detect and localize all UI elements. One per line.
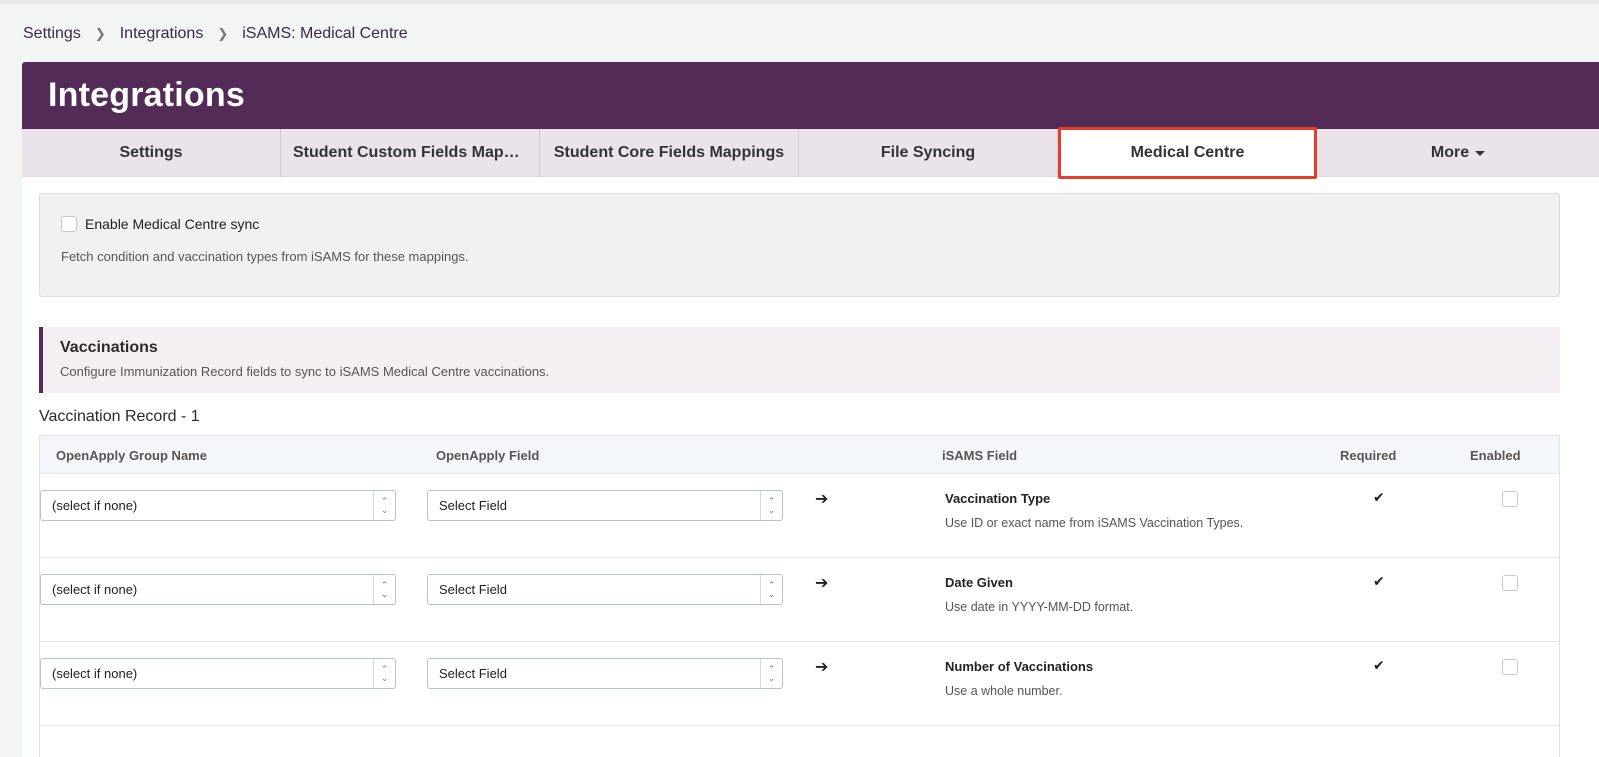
tab-student-custom-fields-mappings[interactable]: Student Custom Fields Mappi... bbox=[281, 129, 540, 177]
column-header-enabled: Enabled bbox=[1470, 448, 1521, 463]
arrow-right-icon: ➔ bbox=[815, 491, 829, 508]
isams-field-help: Use date in YYYY-MM-DD format. bbox=[945, 600, 1134, 614]
caret-down-icon bbox=[1475, 150, 1486, 156]
tab-label: Medical Centre bbox=[1130, 144, 1245, 161]
openapply-field-select[interactable]: Select Field ⌃ ⌄ bbox=[427, 490, 783, 521]
breadcrumb-current: iSAMS: Medical Centre bbox=[242, 25, 408, 42]
chevron-right-icon: ❯ bbox=[217, 26, 229, 41]
table-row: (select if none) ⌃ ⌄ Select Field ⌃ ⌄ ➔ Da… bbox=[40, 558, 1559, 642]
isams-field-name: Date Given bbox=[945, 575, 1013, 590]
up-down-chevron-icon: ⌃ ⌄ bbox=[373, 491, 395, 520]
tab-settings[interactable]: Settings bbox=[22, 129, 281, 177]
select-value: (select if none) bbox=[52, 582, 138, 597]
required-check-icon: ✔ bbox=[1373, 657, 1385, 673]
enabled-checkbox[interactable] bbox=[1502, 659, 1518, 675]
isams-field-name: Number of Vaccinations bbox=[945, 659, 1094, 674]
breadcrumb-integrations-link[interactable]: Integrations bbox=[120, 25, 204, 43]
openapply-field-select[interactable]: Select Field ⌃ ⌄ bbox=[427, 574, 783, 605]
enabled-checkbox[interactable] bbox=[1502, 491, 1518, 507]
chevron-right-icon: ❯ bbox=[94, 26, 106, 41]
up-down-chevron-icon: ⌃ ⌄ bbox=[760, 575, 782, 604]
tab-label: Student Core Fields Mappings bbox=[553, 144, 785, 161]
select-value: (select if none) bbox=[52, 666, 138, 681]
vaccinations-banner: Vaccinations Configure Immunization Reco… bbox=[39, 327, 1560, 393]
integrations-card: Integrations Settings Student Custom Fie… bbox=[22, 62, 1599, 757]
page-title: Integrations bbox=[48, 76, 245, 114]
medical-centre-sync-panel: Enable Medical Centre sync Fetch conditi… bbox=[39, 193, 1560, 297]
select-value: Select Field bbox=[439, 498, 507, 513]
tab-label: Student Custom Fields Mappi... bbox=[293, 144, 527, 161]
required-check-icon: ✔ bbox=[1373, 573, 1385, 589]
column-header-openapply-field: OpenApply Field bbox=[436, 448, 540, 463]
vaccinations-description: Configure Immunization Record fields to … bbox=[60, 364, 550, 379]
table-header: OpenApply Group Name OpenApply Field iSA… bbox=[40, 436, 1559, 474]
enable-medical-centre-sync-checkbox[interactable] bbox=[61, 216, 77, 232]
group-name-select[interactable]: (select if none) ⌃ ⌄ bbox=[40, 658, 396, 689]
sync-help-text: Fetch condition and vaccination types fr… bbox=[61, 249, 469, 264]
top-border bbox=[0, 0, 1599, 4]
up-down-chevron-icon: ⌃ ⌄ bbox=[760, 491, 782, 520]
tab-medical-centre[interactable]: Medical Centre bbox=[1058, 127, 1317, 179]
table-row: (select if none) ⌃ ⌄ Select Field ⌃ ⌄ ➔ Va… bbox=[40, 474, 1559, 558]
vaccination-record-title: Vaccination Record - 1 bbox=[39, 408, 200, 425]
isams-field-help: Use ID or exact name from iSAMS Vaccinat… bbox=[945, 516, 1244, 530]
isams-field-help: Use a whole number. bbox=[945, 684, 1063, 698]
tab-label: File Syncing bbox=[880, 144, 976, 161]
select-value: Select Field bbox=[439, 582, 507, 597]
breadcrumb: Settings ❯ Integrations ❯ iSAMS: Medical… bbox=[23, 24, 408, 44]
tab-bar: Settings Student Custom Fields Mappi... … bbox=[22, 127, 1599, 179]
group-name-select[interactable]: (select if none) ⌃ ⌄ bbox=[40, 574, 396, 605]
enabled-checkbox[interactable] bbox=[1502, 575, 1518, 591]
tab-label: Settings bbox=[119, 144, 183, 161]
required-check-icon: ✔ bbox=[1373, 489, 1385, 505]
table-row: (select if none) ⌃ ⌄ Select Field ⌃ ⌄ ➔ Nu… bbox=[40, 642, 1559, 726]
openapply-field-select[interactable]: Select Field ⌃ ⌄ bbox=[427, 658, 783, 689]
up-down-chevron-icon: ⌃ ⌄ bbox=[760, 659, 782, 688]
isams-field-name: Vaccination Type bbox=[945, 491, 1051, 506]
arrow-right-icon: ➔ bbox=[815, 659, 829, 676]
arrow-right-icon: ➔ bbox=[815, 575, 829, 592]
select-value: Select Field bbox=[439, 666, 507, 681]
tab-file-syncing[interactable]: File Syncing bbox=[799, 129, 1058, 177]
page-header: Integrations bbox=[22, 62, 1599, 129]
vaccinations-heading: Vaccinations bbox=[60, 339, 158, 356]
vaccination-mapping-table: OpenApply Group Name OpenApply Field iSA… bbox=[39, 435, 1560, 757]
tab-more-dropdown[interactable]: More bbox=[1317, 129, 1599, 177]
column-header-isams-field: iSAMS Field bbox=[942, 448, 1018, 463]
tab-label: More bbox=[1430, 144, 1470, 161]
tab-student-core-fields-mappings[interactable]: Student Core Fields Mappings bbox=[540, 129, 799, 177]
group-name-select[interactable]: (select if none) ⌃ ⌄ bbox=[40, 490, 396, 521]
breadcrumb-settings-link[interactable]: Settings bbox=[23, 25, 81, 43]
up-down-chevron-icon: ⌃ ⌄ bbox=[373, 575, 395, 604]
select-value: (select if none) bbox=[52, 498, 138, 513]
column-header-required: Required bbox=[1340, 448, 1397, 463]
enable-medical-centre-sync-label[interactable]: Enable Medical Centre sync bbox=[85, 216, 259, 232]
up-down-chevron-icon: ⌃ ⌄ bbox=[373, 659, 395, 688]
column-header-group-name: OpenApply Group Name bbox=[56, 448, 207, 463]
